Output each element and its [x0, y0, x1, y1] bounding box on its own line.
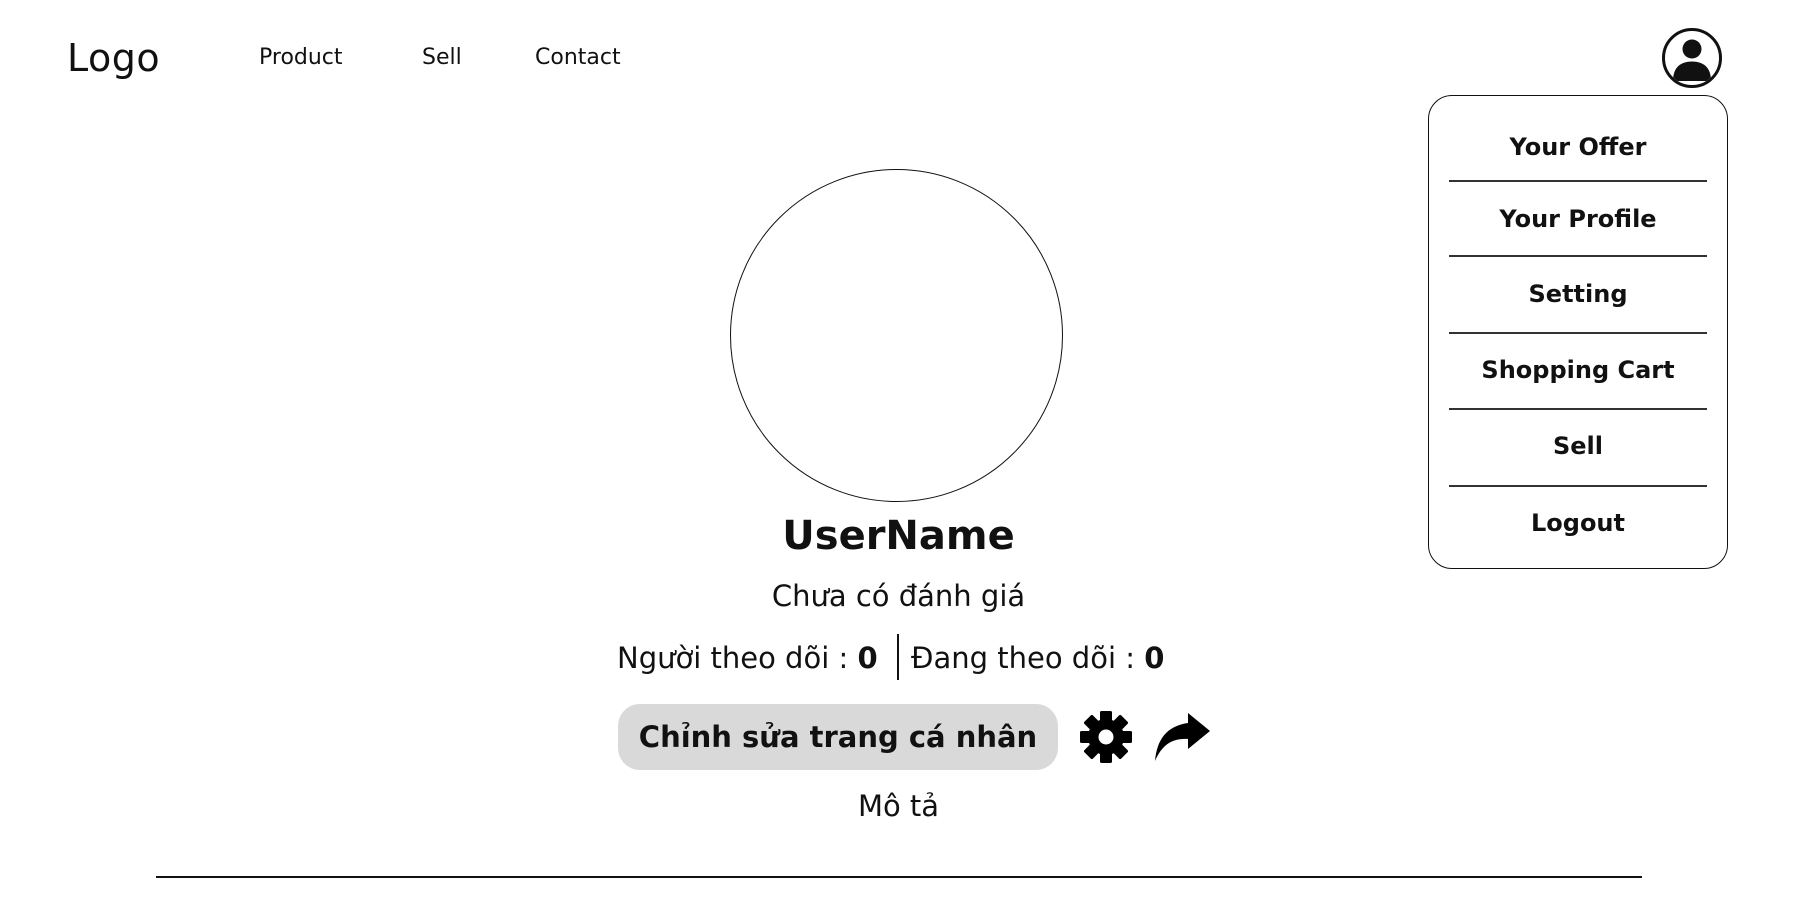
profile-photo [730, 169, 1063, 502]
followers-stat[interactable]: Người theo dõi : 0 [617, 636, 878, 680]
nav-sell-link[interactable]: Sell [422, 46, 462, 70]
logo[interactable]: Logo [67, 36, 160, 80]
menu-item-shopping-cart[interactable]: Shopping Cart [1449, 355, 1707, 385]
nav-product-link[interactable]: Product [259, 46, 343, 70]
stats-divider [897, 634, 899, 680]
section-divider [156, 876, 1642, 878]
account-dropdown-menu: Your Offer Your Profile Setting Shopping… [1428, 95, 1728, 569]
following-count: 0 [1144, 641, 1165, 675]
profile-description: Mô tả [857, 789, 940, 823]
menu-item-sell[interactable]: Sell [1449, 431, 1707, 461]
menu-divider [1449, 408, 1707, 410]
menu-item-your-profile[interactable]: Your Profile [1449, 204, 1707, 234]
edit-profile-button[interactable]: Chỉnh sửa trang cá nhân [618, 704, 1058, 770]
followers-label: Người theo dõi : [617, 641, 858, 675]
menu-item-logout[interactable]: Logout [1449, 508, 1707, 538]
menu-divider [1449, 485, 1707, 487]
menu-item-setting[interactable]: Setting [1449, 279, 1707, 309]
menu-divider [1449, 180, 1707, 182]
share-arrow-icon[interactable] [1152, 709, 1212, 765]
user-circle-icon [1673, 39, 1711, 81]
following-stat[interactable]: Đang theo dõi : 0 [911, 636, 1164, 680]
profile-rating-text: Chưa có đánh giá [771, 579, 1026, 613]
user-menu-button[interactable] [1662, 28, 1722, 88]
following-label: Đang theo dõi : [911, 641, 1145, 675]
menu-divider [1449, 255, 1707, 257]
menu-item-your-offer[interactable]: Your Offer [1449, 132, 1707, 162]
followers-count: 0 [857, 641, 878, 675]
menu-divider [1449, 332, 1707, 334]
nav-contact-link[interactable]: Contact [535, 46, 621, 70]
gear-icon[interactable] [1079, 710, 1133, 764]
